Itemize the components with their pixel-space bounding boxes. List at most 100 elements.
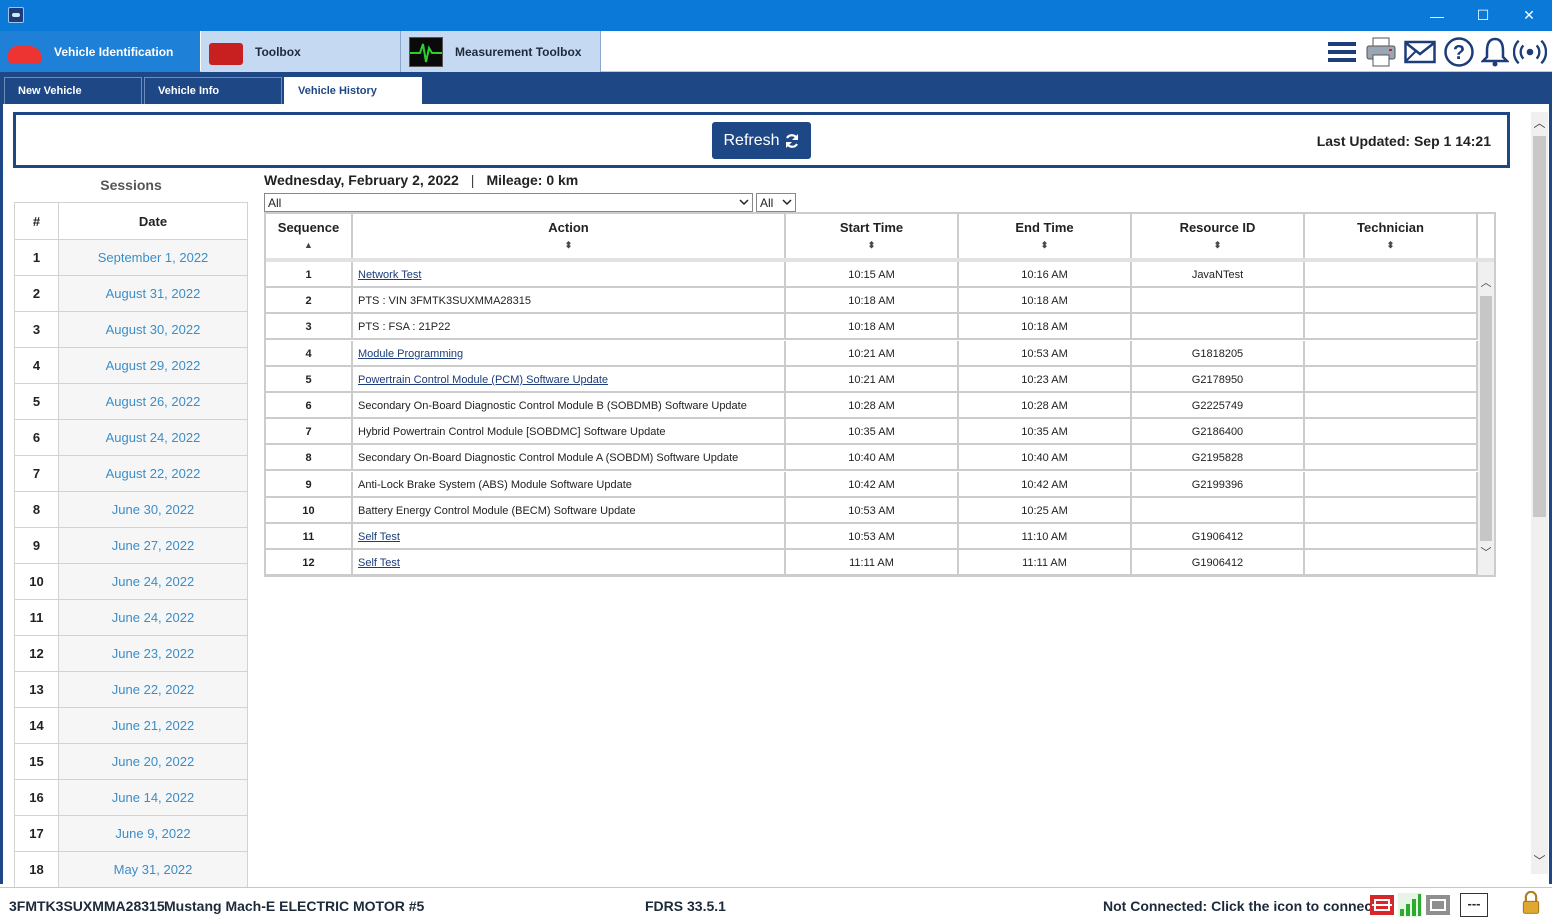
scroll-down-icon[interactable]: ﹀ [1531, 852, 1548, 870]
session-date-link[interactable]: June 23, 2022 [58, 635, 248, 672]
session-row[interactable]: 12 June 23, 2022 [14, 635, 248, 672]
tab-vehicle-history[interactable]: Vehicle History [284, 77, 422, 104]
session-row[interactable]: 7 August 22, 2022 [14, 455, 248, 492]
session-date-link[interactable]: August 22, 2022 [58, 455, 248, 492]
bell-icon[interactable] [1478, 35, 1512, 69]
col-label: Resource ID [1179, 220, 1256, 235]
minimize-button[interactable]: — [1414, 0, 1460, 31]
secondary-filter-select[interactable]: All [756, 193, 796, 212]
col-header-action[interactable]: Action ⬍ [353, 214, 786, 258]
tab-measurement-toolbox[interactable]: Measurement Toolbox [401, 31, 601, 72]
grid-row[interactable]: 9 Anti-Lock Brake System (ABS) Module Sof… [266, 471, 1478, 498]
page-scrollbar[interactable]: ︿ ﹀ [1531, 112, 1548, 874]
col-header-end-time[interactable]: End Time ⬍ [959, 214, 1132, 258]
session-date-link[interactable]: June 14, 2022 [58, 779, 248, 816]
status-vin: 3FMTK3SUXMMA28315 [9, 898, 165, 914]
col-header-resource-id[interactable]: Resource ID ⬍ [1132, 214, 1305, 258]
action-link[interactable]: Self Test [358, 531, 400, 543]
session-date-link[interactable]: June 20, 2022 [58, 743, 248, 780]
mail-icon[interactable] [1403, 35, 1437, 69]
tab-toolbox[interactable]: Toolbox [201, 31, 401, 72]
session-row[interactable]: 6 August 24, 2022 [14, 419, 248, 456]
cell-resource-id [1132, 314, 1305, 341]
help-icon[interactable]: ? [1442, 35, 1476, 69]
action-link[interactable]: Self Test [358, 557, 400, 569]
session-row[interactable]: 11 June 24, 2022 [14, 599, 248, 636]
session-date-link[interactable]: August 29, 2022 [58, 347, 248, 384]
grid-row[interactable]: 1 Network Test 10:15 AM 10:16 AM JavaNTest [266, 262, 1478, 288]
session-row[interactable]: 2 August 31, 2022 [14, 275, 248, 312]
session-row[interactable]: 3 August 30, 2022 [14, 311, 248, 348]
grid-row[interactable]: 10 Battery Energy Control Module (BECM) S… [266, 497, 1478, 524]
action-link[interactable]: Module Programming [358, 348, 463, 360]
col-label: Sequence [277, 220, 340, 235]
col-header-start-time[interactable]: Start Time ⬍ [786, 214, 959, 258]
session-number: 18 [14, 851, 59, 888]
session-date-link[interactable]: September 1, 2022 [58, 239, 248, 276]
session-row[interactable]: 10 June 24, 2022 [14, 563, 248, 600]
session-row[interactable]: 5 August 26, 2022 [14, 383, 248, 420]
session-row[interactable]: 13 June 22, 2022 [14, 671, 248, 708]
session-date-link[interactable]: August 31, 2022 [58, 275, 248, 312]
col-header-technician[interactable]: Technician ⬍ [1305, 214, 1478, 258]
session-date-link[interactable]: June 9, 2022 [58, 815, 248, 852]
session-row[interactable]: 9 June 27, 2022 [14, 527, 248, 564]
cell-end-time: 10:53 AM [959, 340, 1132, 367]
refresh-button[interactable]: Refresh [712, 122, 811, 159]
cell-end-time: 10:16 AM [959, 262, 1132, 288]
session-date-link[interactable]: June 24, 2022 [58, 599, 248, 636]
vci-red-icon[interactable] [1370, 893, 1394, 917]
session-row[interactable]: 16 June 14, 2022 [14, 779, 248, 816]
grid-row[interactable]: 7 Hybrid Powertrain Control Module [SOBDM… [266, 419, 1478, 446]
grid-row[interactable]: 5 Powertrain Control Module (PCM) Softwar… [266, 366, 1478, 393]
cell-technician [1305, 497, 1478, 524]
scroll-down-icon[interactable]: ﹀ [1478, 544, 1494, 562]
session-date-link[interactable]: June 27, 2022 [58, 527, 248, 564]
col-label: End Time [1015, 220, 1074, 235]
session-date-link[interactable]: June 22, 2022 [58, 671, 248, 708]
session-row[interactable]: 18 May 31, 2022 [14, 851, 248, 888]
grid-row[interactable]: 11 Self Test 10:53 AM 11:10 AM G1906412 [266, 524, 1478, 550]
wireless-icon[interactable] [1513, 35, 1547, 69]
scroll-up-icon[interactable]: ︿ [1478, 274, 1494, 292]
tab-vehicle-info[interactable]: Vehicle Info [144, 77, 282, 104]
printer-icon[interactable] [1364, 35, 1398, 69]
session-date-link[interactable]: June 21, 2022 [58, 707, 248, 744]
status-bar: 3FMTK3SUXMMA28315 Mustang Mach-E ELECTRI… [0, 887, 1552, 922]
grid-row[interactable]: 8 Secondary On-Board Diagnostic Control M… [266, 445, 1478, 472]
session-row[interactable]: 1 September 1, 2022 [14, 239, 248, 276]
session-date-link[interactable]: August 26, 2022 [58, 383, 248, 420]
scroll-thumb[interactable] [1533, 136, 1546, 517]
session-row[interactable]: 4 August 29, 2022 [14, 347, 248, 384]
session-date-link[interactable]: May 31, 2022 [58, 851, 248, 888]
scroll-up-icon[interactable]: ︿ [1531, 114, 1548, 132]
maximize-button[interactable]: ☐ [1460, 0, 1506, 31]
cell-sequence: 11 [266, 524, 353, 550]
session-row[interactable]: 17 June 9, 2022 [14, 815, 248, 852]
cell-end-time: 11:11 AM [959, 550, 1132, 577]
session-date-link[interactable]: August 24, 2022 [58, 419, 248, 456]
action-filter-select[interactable]: All [264, 193, 753, 212]
session-date-link[interactable]: June 24, 2022 [58, 563, 248, 600]
session-date-link[interactable]: June 30, 2022 [58, 491, 248, 528]
grid-row[interactable]: 12 Self Test 11:11 AM 11:11 AM G1906412 [266, 550, 1478, 577]
session-number: 6 [14, 419, 59, 456]
grid-row[interactable]: 4 Module Programming 10:21 AM 10:53 AM G1818… [266, 340, 1478, 367]
close-button[interactable]: ✕ [1506, 0, 1552, 31]
lock-icon[interactable] [1520, 891, 1542, 915]
session-row[interactable]: 15 June 20, 2022 [14, 743, 248, 780]
menu-icon[interactable] [1325, 35, 1359, 69]
tab-vehicle-identification[interactable]: Vehicle Identification [0, 31, 200, 72]
grid-row[interactable]: 3 PTS : FSA : 21P22 10:18 AM 10:18 AM [266, 314, 1478, 341]
tab-new-vehicle[interactable]: New Vehicle [4, 77, 142, 104]
col-header-sequence[interactable]: Sequence ▲ [266, 214, 353, 258]
session-row[interactable]: 8 June 30, 2022 [14, 491, 248, 528]
session-row[interactable]: 14 June 21, 2022 [14, 707, 248, 744]
session-date-link[interactable]: August 30, 2022 [58, 311, 248, 348]
action-link[interactable]: Network Test [358, 269, 421, 281]
grid-scrollbar[interactable]: ︿ ﹀ [1478, 262, 1494, 575]
grid-row[interactable]: 2 PTS : VIN 3FMTK3SUXMMA28315 10:18 AM 10:1… [266, 288, 1478, 315]
grid-row[interactable]: 6 Secondary On-Board Diagnostic Control M… [266, 393, 1478, 419]
scroll-thumb[interactable] [1480, 296, 1492, 541]
action-link[interactable]: Powertrain Control Module (PCM) Software… [358, 374, 608, 386]
